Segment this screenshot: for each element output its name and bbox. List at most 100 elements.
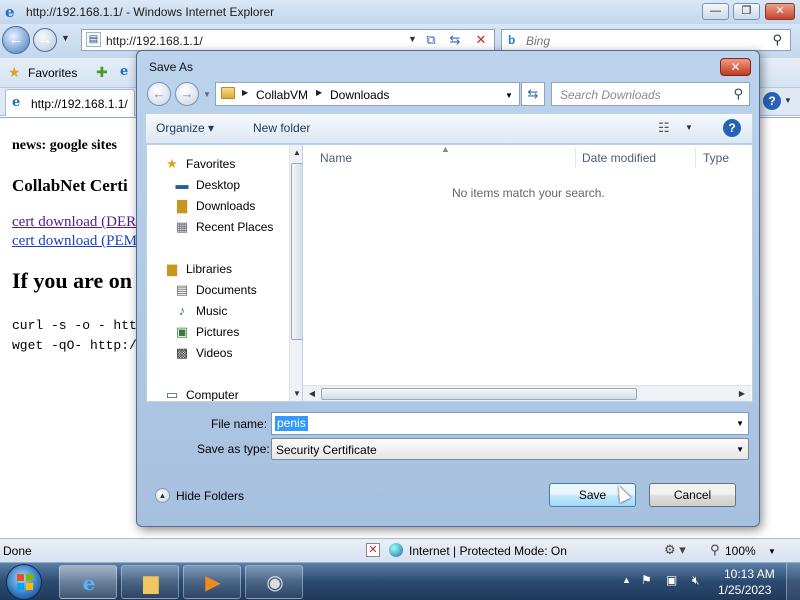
column-divider[interactable] xyxy=(695,148,696,168)
cert-pem-link[interactable]: cert download (PEM xyxy=(12,233,137,250)
view-dropdown-icon[interactable]: ▼ xyxy=(685,123,693,132)
file-name-input[interactable]: penis ▼ xyxy=(271,412,749,435)
search-icon[interactable]: ⚲ xyxy=(772,32,782,48)
dialog-toolbar: Organize ▾ New folder ☷ ▼ ? xyxy=(145,113,753,143)
cert-der-link[interactable]: cert download (DER xyxy=(12,214,136,231)
show-hidden-icons[interactable]: ▲ xyxy=(622,575,631,585)
stop-icon[interactable]: ✕ xyxy=(472,32,490,48)
zoom-level[interactable]: 100% xyxy=(725,544,756,558)
volume-muted-icon[interactable]: 🔇︎ xyxy=(692,573,700,588)
help-icon[interactable]: ? xyxy=(723,119,741,137)
scroll-down-icon[interactable]: ▼ xyxy=(290,389,302,398)
search-icon[interactable]: ⚲ xyxy=(733,86,743,102)
help-icon[interactable]: ? xyxy=(763,92,781,110)
dialog-back-button[interactable]: ← xyxy=(147,82,171,106)
nav-videos[interactable]: ▩ Videos xyxy=(147,343,289,363)
zoom-icon[interactable]: ⚲ xyxy=(710,542,720,558)
address-dropdown-icon[interactable]: ▼ xyxy=(408,34,417,44)
address-bar[interactable]: ▤ http://192.168.1.1/ ▼ ⧉ ⇆ ✕ xyxy=(81,29,495,51)
minimize-button[interactable]: — xyxy=(702,3,729,20)
scroll-right-icon[interactable]: ▶ xyxy=(735,389,749,398)
search-bar[interactable]: b Bing ⚲ xyxy=(501,29,791,51)
chevron-right-icon[interactable]: ▶ xyxy=(242,88,248,97)
tab-current[interactable]: e http://192.168.1.1/ xyxy=(5,89,135,116)
nav-music[interactable]: ♪ Music xyxy=(147,301,289,321)
tools-icon[interactable]: ⚙ ▾ xyxy=(664,542,686,558)
close-button[interactable]: ✕ xyxy=(765,3,795,20)
new-folder-button[interactable]: New folder xyxy=(253,121,310,135)
breadcrumb-collabvm[interactable]: CollabVM xyxy=(256,88,308,102)
search-placeholder[interactable]: Bing xyxy=(526,34,550,48)
nav-scrollbar[interactable]: ▲ ▼ xyxy=(289,145,302,401)
file-list-horizontal-scrollbar[interactable]: ◀ ▶ xyxy=(303,385,751,401)
nav-scroll-thumb[interactable] xyxy=(291,163,302,340)
internet-explorer-icon: e xyxy=(82,571,96,595)
address-text[interactable]: http://192.168.1.1/ xyxy=(106,34,203,48)
taskbar-app[interactable]: ◉ xyxy=(245,565,303,599)
sort-ascending-icon: ▲ xyxy=(441,144,450,154)
clock-time[interactable]: 10:13 AM xyxy=(724,567,775,581)
suggested-sites-icon[interactable]: e xyxy=(120,64,128,79)
recent-pages-dropdown[interactable]: ▼ xyxy=(61,33,70,43)
favorites-button[interactable]: Favorites xyxy=(28,66,77,80)
path-dropdown-icon[interactable]: ▼ xyxy=(505,91,513,100)
breadcrumb[interactable]: ▶ CollabVM ▶ Downloads ▼ xyxy=(215,82,520,106)
column-type[interactable]: Type xyxy=(703,151,729,165)
organize-button[interactable]: Organize ▾ xyxy=(156,121,214,135)
nav-recent-places[interactable]: ▦ Recent Places xyxy=(147,217,289,237)
start-button[interactable] xyxy=(6,564,42,600)
save-as-type-select[interactable]: Security Certificate ▼ xyxy=(271,438,749,460)
nav-computer[interactable]: ▭ Computer xyxy=(147,385,289,401)
nav-downloads[interactable]: ▇ Downloads xyxy=(147,196,289,216)
folder-icon xyxy=(221,87,235,99)
nav-desktop[interactable]: ▬ Desktop xyxy=(147,175,289,195)
show-desktop-button[interactable] xyxy=(786,563,800,600)
column-divider[interactable] xyxy=(575,148,576,168)
cancel-button[interactable]: Cancel xyxy=(649,483,736,507)
save-as-dialog: Save As ✕ ← → ▼ ▶ CollabVM ▶ Downloads ▼… xyxy=(136,50,760,527)
hide-folders-button[interactable]: ▲ Hide Folders xyxy=(155,486,245,506)
column-date-modified[interactable]: Date modified xyxy=(582,151,656,165)
clock-date[interactable]: 1/25/2023 xyxy=(718,583,771,597)
chevron-down-icon[interactable]: ▼ xyxy=(736,445,744,454)
compatibility-view-icon[interactable]: ⧉ xyxy=(422,32,440,48)
refresh-button[interactable]: ⇆ xyxy=(521,82,545,106)
file-name-dropdown-icon[interactable]: ▼ xyxy=(736,419,744,428)
nav-label: Downloads xyxy=(196,199,256,213)
scroll-left-icon[interactable]: ◀ xyxy=(305,389,319,398)
horizontal-scroll-thumb[interactable] xyxy=(321,388,637,400)
column-name[interactable]: Name xyxy=(320,151,352,165)
dialog-close-button[interactable]: ✕ xyxy=(720,58,751,76)
taskbar-internet-explorer[interactable]: e xyxy=(59,565,117,599)
forward-button[interactable]: → xyxy=(33,28,57,52)
network-icon[interactable]: ▣ xyxy=(666,573,677,587)
nav-documents[interactable]: ▤ Documents xyxy=(147,280,289,300)
maximize-button[interactable]: ❐ xyxy=(733,3,760,20)
libraries-icon: ▆ xyxy=(167,261,177,276)
help-dropdown-icon[interactable]: ▼ xyxy=(784,96,792,105)
star-icon: ★ xyxy=(166,156,178,171)
dialog-forward-button[interactable]: → xyxy=(175,82,199,106)
taskbar-explorer[interactable]: ▆ xyxy=(121,565,179,599)
file-name-value[interactable]: penis xyxy=(275,416,308,431)
favorites-star-icon[interactable]: ★ xyxy=(8,64,21,81)
chevron-right-icon[interactable]: ▶ xyxy=(316,88,322,97)
action-center-flag-icon[interactable]: ⚑ xyxy=(641,573,652,587)
add-favorite-icon[interactable]: ✚ xyxy=(96,64,108,81)
nav-favorites[interactable]: ★ Favorites xyxy=(147,154,289,174)
dialog-search-placeholder[interactable]: Search Downloads xyxy=(560,88,661,102)
recent-locations-icon[interactable]: ▼ xyxy=(203,90,211,99)
dialog-search-box[interactable]: Search Downloads ⚲ xyxy=(551,82,750,106)
nav-pictures[interactable]: ▣ Pictures xyxy=(147,322,289,342)
taskbar-media-player[interactable]: ▶ xyxy=(183,565,241,599)
breadcrumb-downloads[interactable]: Downloads xyxy=(330,88,389,102)
scroll-up-icon[interactable]: ▲ xyxy=(290,148,302,157)
popup-blocked-icon[interactable]: ✕ xyxy=(366,543,380,557)
view-options-icon[interactable]: ☷ xyxy=(658,120,670,136)
security-zone[interactable]: Internet | Protected Mode: On xyxy=(409,544,567,558)
back-button[interactable]: ← xyxy=(2,26,30,54)
zoom-dropdown-icon[interactable]: ▼ xyxy=(768,547,776,556)
nav-libraries[interactable]: ▆ Libraries xyxy=(147,259,289,279)
code-curl: curl -s -o - htt xyxy=(12,318,137,333)
refresh-icon[interactable]: ⇆ xyxy=(446,32,464,48)
